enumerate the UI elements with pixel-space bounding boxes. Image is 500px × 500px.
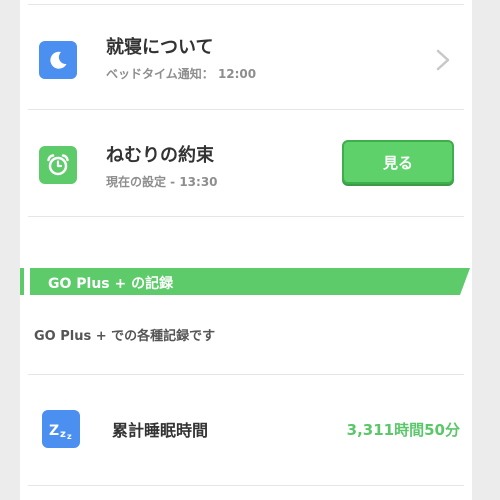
section-header: GO Plus + の記録: [20, 268, 470, 295]
section-title: GO Plus + の記録: [48, 276, 174, 292]
promise-subtitle: 現在の設定 - 13:30: [106, 175, 218, 189]
total-sleep-value: 3,311時間50分: [346, 421, 460, 439]
settings-card: 就寝について ベッドタイム通知： 12:00 ねむりの約束 現在の設定 - 13…: [20, 0, 472, 500]
zzz-icon: Z z z: [42, 410, 80, 448]
chevron-right-icon: [436, 49, 450, 71]
svg-text:Z: Z: [49, 423, 59, 439]
promise-title: ねむりの約束: [106, 145, 214, 166]
bedtime-subtitle: ベッドタイム通知： 12:00: [106, 67, 257, 81]
sleep-promise-row: ねむりの約束 現在の設定 - 13:30 見る: [20, 110, 472, 216]
bedtime-row[interactable]: 就寝について ベッドタイム通知： 12:00: [20, 5, 472, 108]
divider: [28, 216, 464, 217]
alarm-clock-icon: [39, 146, 77, 184]
view-button[interactable]: 見る: [342, 140, 454, 184]
section-accent-bar: [20, 268, 24, 295]
divider: [28, 485, 464, 486]
section-description: GO Plus + での各種記録です: [34, 329, 216, 344]
total-sleep-label: 累計睡眠時間: [112, 421, 209, 440]
moon-icon: [39, 41, 77, 79]
svg-text:z: z: [60, 429, 66, 440]
svg-text:z: z: [67, 432, 72, 441]
bedtime-title: 就寝について: [106, 37, 214, 58]
